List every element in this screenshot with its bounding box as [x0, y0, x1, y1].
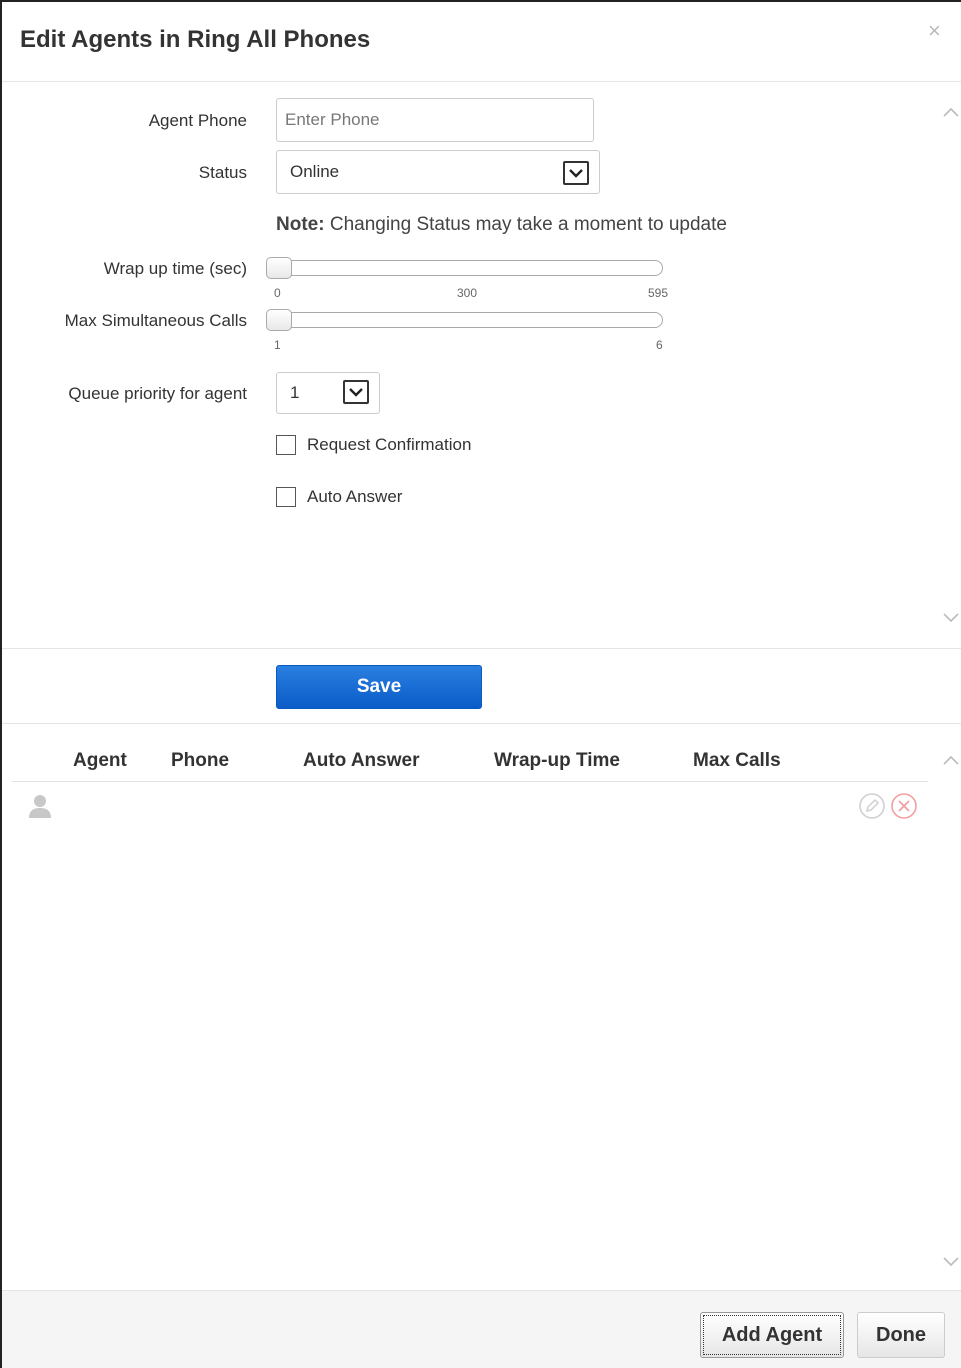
user-avatar-icon: [26, 792, 54, 825]
max-calls-slider[interactable]: [266, 309, 663, 331]
max-calls-label: Max Simultaneous Calls: [64, 311, 247, 330]
chevron-down-icon: [343, 380, 369, 404]
save-button[interactable]: Save: [276, 665, 482, 709]
delete-icon[interactable]: [890, 792, 918, 825]
dialog-footer: Add Agent Done: [2, 1290, 961, 1368]
max-calls-tick-min: 1: [274, 338, 281, 352]
auto-answer-label: Auto Answer: [307, 487, 403, 506]
save-section: Save: [2, 648, 961, 724]
table-header: Agent Phone Auto Answer Wrap-up Time Max…: [12, 748, 928, 782]
done-button[interactable]: Done: [857, 1312, 945, 1358]
close-icon[interactable]: ×: [928, 18, 941, 44]
status-select[interactable]: Online: [276, 150, 600, 194]
wrap-up-time-slider[interactable]: [266, 257, 663, 279]
wrap-up-tick-mid: 300: [457, 286, 478, 300]
max-calls-slider-handle[interactable]: [266, 309, 292, 331]
queue-priority-label: Queue priority for agent: [68, 384, 247, 403]
edit-agents-dialog: Edit Agents in Ring All Phones × Agent P…: [0, 0, 961, 1368]
auto-answer-checkbox[interactable]: [276, 487, 296, 507]
max-calls-tick-max: 6: [656, 338, 663, 352]
wrap-up-time-slider-handle[interactable]: [266, 257, 292, 279]
agent-phone-input[interactable]: [276, 98, 594, 142]
dialog-title: Edit Agents in Ring All Phones: [20, 26, 371, 53]
request-confirmation-row[interactable]: Request Confirmation: [276, 435, 471, 455]
agents-table: Agent Phone Auto Answer Wrap-up Time Max…: [2, 724, 961, 1290]
scroll-down-icon[interactable]: [942, 608, 960, 629]
status-select-value: Online: [290, 162, 340, 181]
note-prefix: Note:: [276, 214, 325, 235]
note-text: Changing Status may take a moment to upd…: [324, 214, 727, 235]
column-header-auto-answer[interactable]: Auto Answer: [303, 750, 419, 772]
column-header-agent[interactable]: Agent: [73, 750, 127, 772]
scroll-up-icon[interactable]: [942, 750, 960, 771]
queue-priority-select[interactable]: 1: [276, 372, 380, 414]
column-header-max-calls[interactable]: Max Calls: [693, 750, 781, 772]
agent-form: Agent Phone Status Online Note: Changing…: [2, 82, 961, 648]
scroll-up-icon[interactable]: [942, 102, 960, 123]
dialog-header: Edit Agents in Ring All Phones ×: [2, 2, 961, 82]
chevron-down-icon: [563, 161, 589, 185]
add-agent-button[interactable]: Add Agent: [700, 1312, 844, 1358]
auto-answer-row[interactable]: Auto Answer: [276, 487, 402, 507]
request-confirmation-checkbox[interactable]: [276, 435, 296, 455]
queue-priority-value: 1: [290, 383, 300, 402]
column-header-phone[interactable]: Phone: [171, 750, 229, 772]
table-row: [12, 782, 928, 828]
wrap-up-tick-max: 595: [648, 286, 669, 300]
request-confirmation-label: Request Confirmation: [307, 435, 472, 454]
status-note: Note: Changing Status may take a moment …: [276, 214, 727, 236]
scroll-down-icon[interactable]: [942, 1252, 960, 1273]
edit-icon[interactable]: [858, 792, 886, 825]
column-header-wrap-up-time[interactable]: Wrap-up Time: [494, 750, 620, 772]
status-label: Status: [198, 163, 247, 182]
wrap-up-tick-min: 0: [274, 286, 281, 300]
agent-phone-label: Agent Phone: [148, 111, 247, 130]
wrap-up-time-label: Wrap up time (sec): [103, 259, 247, 278]
